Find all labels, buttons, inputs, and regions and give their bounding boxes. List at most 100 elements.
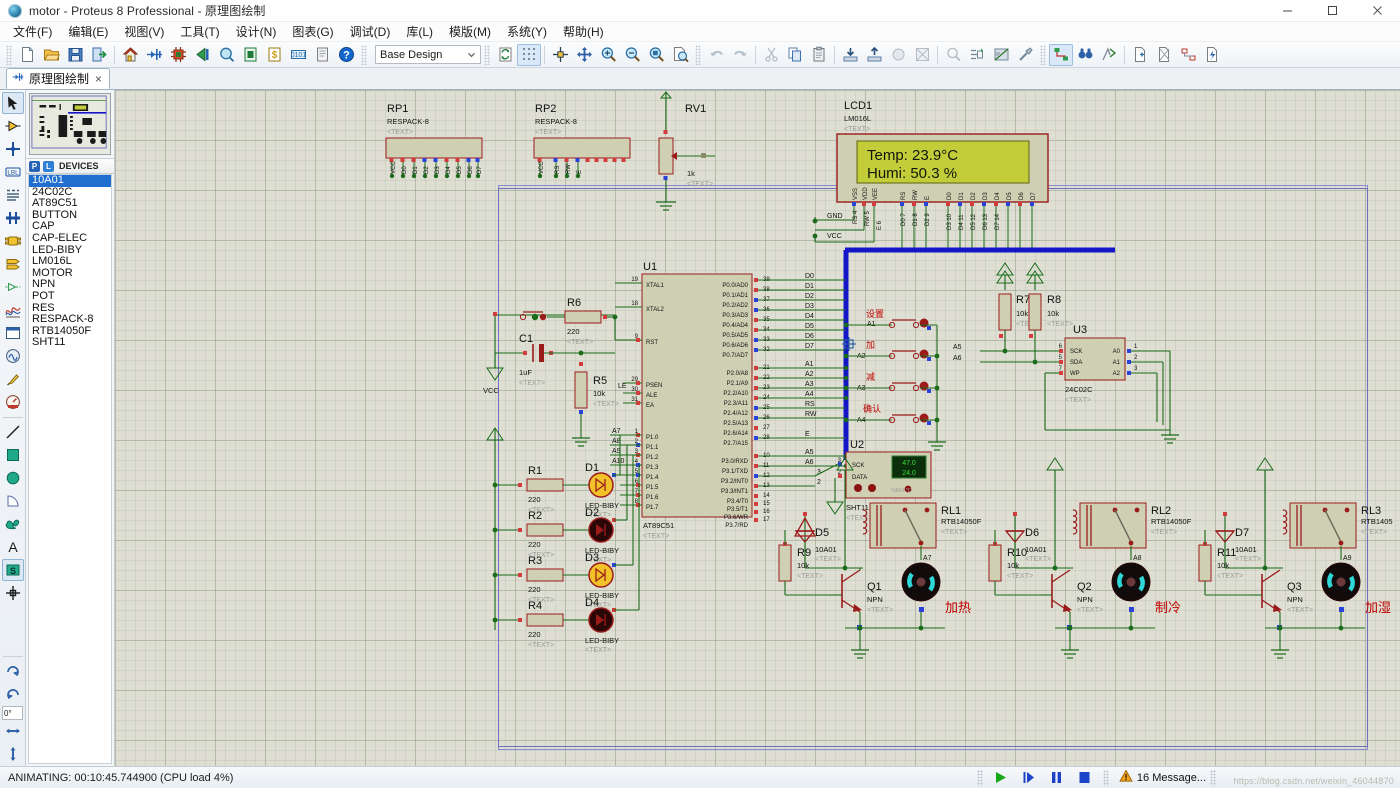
home-icon[interactable] — [118, 44, 142, 66]
source-code-icon[interactable] — [310, 44, 334, 66]
list-item[interactable]: RESPACK-8 — [29, 314, 111, 326]
button-row-4[interactable]: 确认 A4 — [843, 403, 937, 425]
toolbar-grip-4[interactable] — [695, 44, 701, 65]
list-item[interactable]: CAP-ELEC — [29, 232, 111, 245]
toolbar-grip-2[interactable] — [361, 44, 367, 65]
component-lcd1[interactable]: LCD1 LM016L <TEXT> Temp: 23.9°C Humi: 50… — [812, 100, 1049, 252]
exit-sheet-icon[interactable] — [1176, 44, 1200, 66]
help-icon[interactable]: ? — [334, 44, 358, 66]
new-file-icon[interactable] — [15, 44, 39, 66]
list-item[interactable]: POT — [29, 290, 111, 303]
rotation-input[interactable]: 0° — [2, 706, 23, 720]
toolbar-grip-5[interactable] — [1040, 44, 1046, 65]
driver-stage-1[interactable]: D5 10A01 <TEXT> RL1 RTB14050F <TEXT> A7 … — [778, 502, 982, 659]
2d-box-mode-button[interactable] — [2, 444, 24, 466]
mirror-horizontal-button[interactable] — [2, 720, 24, 742]
design-explorer-icon[interactable] — [214, 44, 238, 66]
eeprom-section[interactable]: R7 10k <TEXT> R8 10k <TEXT> U3 24C02C — [953, 270, 1179, 444]
close-icon[interactable]: × — [94, 72, 103, 86]
component-mode-button[interactable] — [2, 115, 24, 137]
messages-indicator[interactable]: 16 Message... — [1119, 769, 1206, 786]
button-row-2[interactable]: 加 A2 — [843, 340, 937, 361]
symbol-mode-button[interactable]: S — [1, 559, 24, 581]
play-button[interactable] — [987, 769, 1015, 787]
step-button[interactable] — [1015, 769, 1043, 787]
property-assign-icon[interactable] — [1097, 44, 1121, 66]
terminal-mode-button[interactable] — [2, 253, 24, 275]
marker-mode-button[interactable] — [2, 582, 24, 604]
button-matrix[interactable]: 设置 A1 加 A2 减 A3 确认 A4 — [843, 309, 946, 451]
button-row-3[interactable]: 减 A3 — [843, 371, 937, 393]
menu-edit[interactable]: 编辑(E) — [61, 22, 115, 41]
minimize-button[interactable] — [1265, 0, 1310, 22]
packaging-tool-icon[interactable] — [989, 44, 1013, 66]
schematic-capture-icon[interactable] — [142, 44, 166, 66]
pick-parts-button[interactable]: P — [29, 160, 40, 172]
menu-system[interactable]: 系统(Y) — [500, 22, 554, 41]
menu-template[interactable]: 模版(M) — [442, 22, 498, 41]
open-folder-icon[interactable] — [39, 44, 63, 66]
library-button[interactable]: L — [43, 160, 54, 172]
pause-button[interactable] — [1043, 769, 1071, 787]
search-tag-icon[interactable] — [1073, 44, 1097, 66]
zoom-out-icon[interactable] — [620, 44, 644, 66]
schematic-canvas[interactable]: RP1 RESPACK-8 <TEXT> VCC D0 D1 D2 D3 D4 … — [115, 90, 1400, 766]
list-item[interactable]: LM016L — [29, 256, 111, 268]
generator-mode-button[interactable] — [2, 345, 24, 367]
maximize-button[interactable] — [1310, 0, 1355, 22]
bus-mode-button[interactable] — [2, 207, 24, 229]
toggle-grid-icon[interactable] — [517, 43, 541, 66]
electrical-rules-icon[interactable] — [1200, 44, 1224, 66]
make-device-icon[interactable] — [965, 44, 989, 66]
refresh-icon[interactable] — [493, 44, 517, 66]
mirror-vertical-button[interactable] — [2, 743, 24, 765]
led-row-1[interactable]: R1 220 <TEXT> D1 LED-BIBY <TEXT> — [492, 462, 620, 519]
zoom-sheet-icon[interactable] — [668, 44, 692, 66]
menu-graph[interactable]: 图表(G) — [285, 22, 340, 41]
new-sheet-icon[interactable] — [1128, 44, 1152, 66]
toolbar-grip[interactable] — [6, 44, 12, 65]
stop-button[interactable] — [1071, 769, 1099, 787]
rotate-clockwise-button[interactable] — [2, 660, 24, 682]
text-script-mode-button[interactable] — [2, 184, 24, 206]
wire-autorouter-icon[interactable] — [1049, 43, 1073, 66]
wire-label-mode-button[interactable]: LBL — [2, 161, 24, 183]
schematic-drawing[interactable]: RP1 RESPACK-8 <TEXT> VCC D0 D1 D2 D3 D4 … — [115, 90, 1393, 766]
2d-arc-mode-button[interactable] — [2, 490, 24, 512]
menu-debug[interactable]: 调试(D) — [343, 22, 398, 41]
paste-icon[interactable] — [807, 44, 831, 66]
visual-designer-icon[interactable]: 0101 — [286, 44, 310, 66]
2d-line-mode-button[interactable] — [2, 421, 24, 443]
devices-list[interactable]: 10A01 24C02C AT89C51 BUTTON CAP CAP-ELEC… — [28, 174, 112, 764]
voltage-probe-mode-button[interactable] — [2, 368, 24, 390]
list-item[interactable]: 10A01 — [29, 175, 111, 187]
design-selector[interactable]: Base Design — [375, 45, 481, 64]
button-row-1[interactable]: 设置 A1 — [843, 309, 937, 330]
component-rp2[interactable]: RP2 RESPACK-8 <TEXT> VCC RS RW E — [533, 103, 631, 179]
tape-recorder-mode-button[interactable] — [2, 322, 24, 344]
block-copy-icon[interactable] — [838, 44, 862, 66]
2d-text-mode-button[interactable]: A — [2, 536, 24, 558]
component-u1-mcu[interactable]: U1 AT89C51 <TEXT> XTAL1 XTAL2 RST PSEN A… — [610, 261, 849, 540]
reset-network[interactable]: R6 220 <TEXT> C1 1uF <TEXT> VCC R5 10k <… — [483, 297, 619, 447]
origin-icon[interactable] — [548, 44, 572, 66]
export-icon[interactable] — [87, 44, 111, 66]
block-move-icon[interactable] — [862, 44, 886, 66]
component-rp1[interactable]: RP1 RESPACK-8 <TEXT> VCC D0 D1 D2 D3 D4 … — [385, 103, 483, 179]
virtual-instrument-mode-button[interactable] — [2, 391, 24, 413]
zoom-area-icon[interactable] — [644, 44, 668, 66]
menu-view[interactable]: 视图(V) — [117, 22, 171, 41]
remove-sheet-icon[interactable] — [1152, 44, 1176, 66]
2d-path-mode-button[interactable] — [2, 513, 24, 535]
3d-viewer-icon[interactable] — [190, 44, 214, 66]
bom-report-icon[interactable] — [238, 44, 262, 66]
list-item[interactable]: SHT11 — [29, 337, 111, 349]
close-button[interactable] — [1355, 0, 1400, 22]
toolbar-grip-3[interactable] — [484, 44, 490, 65]
menu-design[interactable]: 设计(N) — [229, 22, 284, 41]
graph-mode-button[interactable] — [2, 299, 24, 321]
rotate-counter-clockwise-button[interactable] — [2, 683, 24, 705]
menu-library[interactable]: 库(L) — [399, 22, 440, 41]
document-tab-schematic[interactable]: 原理图绘制 × — [6, 68, 111, 89]
save-icon[interactable] — [63, 44, 87, 66]
